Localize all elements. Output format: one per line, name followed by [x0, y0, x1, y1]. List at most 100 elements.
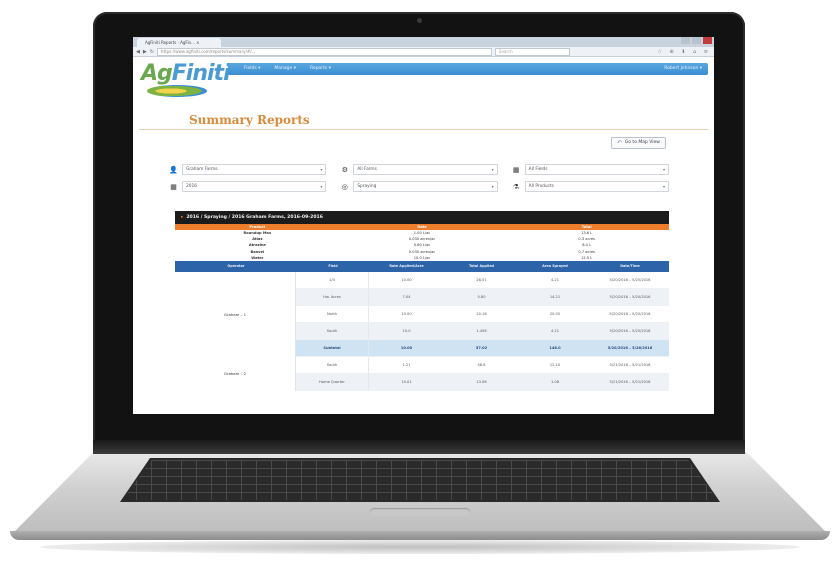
table-cell: 10.00 [401, 277, 412, 282]
table-row[interactable]: South 10.0 1.456 4.21 5/20/2016 – 5/20/2016 [296, 322, 669, 340]
table-cell: 5/21/2016 – 5/21/2016 [609, 362, 651, 367]
table-cell: 5/20/2016 – 5/20/2016 [609, 294, 651, 299]
operation-select[interactable]: Spraying ▾ [353, 181, 498, 192]
table-cell: 48.6 [477, 362, 486, 367]
browser-tabbar: AgFiniti Reports · AgFin... × [133, 37, 714, 47]
nav-item-manage[interactable]: Manage ▾ [274, 63, 296, 75]
table-cell: 12.10 [549, 362, 561, 367]
table-cell: 1.08 [550, 379, 559, 384]
operator-filter: 👤 Graham Farms ▾ [169, 164, 327, 175]
detail-table-header: Operator Field Rate Applied/Acre Total A… [175, 260, 669, 272]
browser-toolbar-icons[interactable]: ☆ ⊕ ⬇ ⌂ ≡ [657, 49, 711, 55]
table-cell: 57.02 [475, 345, 488, 350]
field-filter: ▦ All Fields ▾ [512, 164, 669, 175]
table-cell: 10.01 [401, 379, 412, 384]
table-cell: 1.456 [476, 328, 487, 333]
product-filter: ⚗ All Products ▾ [512, 181, 669, 192]
table-cell: 20.16 [476, 311, 487, 316]
user-icon: 👤 [169, 165, 178, 174]
detail-table-body: Graham – 1 1/4 10.00 28.51 4.21 5/20/2016 – 5… [175, 271, 669, 391]
subtotal-row[interactable]: Subtotal 10.00 57.02 148.0 5/20/2016 – 5/26/… [296, 339, 669, 357]
forward-arrow-icon[interactable]: ▶ [143, 49, 147, 55]
chevron-down-icon: ▾ [662, 167, 665, 172]
operator-group: Graham – 2 South 1.21 48.6 12.10 5/21/2016 – … [175, 356, 669, 391]
page-title: Summary Reports [189, 113, 310, 127]
laptop-front-edge [10, 531, 830, 540]
table-cell: 148.0 [549, 345, 561, 350]
table-cell: 4.21 [550, 328, 559, 333]
maximize-button[interactable] [692, 37, 701, 44]
table-row[interactable]: North 10.00 20.16 20.05 5/20/2016 – 5/20/201… [296, 305, 669, 323]
table-row[interactable]: 1/4 10.00 28.51 4.21 5/20/2016 – 5/25/2016 [296, 271, 669, 289]
nav-item-fields[interactable]: Fields ▾ [244, 63, 260, 75]
product-summary-rows: Roundup Max 1.00 L/ac 13.6 L Atlas 0.030 acr… [175, 230, 669, 261]
table-row[interactable]: South 1.21 48.6 12.10 5/21/2016 – 5/21/2016 [296, 356, 669, 374]
table-row[interactable]: Hw. Acres 7.04 5.80 14.21 5/20/2016 – 5/20/2… [296, 288, 669, 306]
main-navbar: Fields ▾ Manage ▾ Reports ▾ Robert Johns… [228, 63, 708, 75]
user-menu[interactable]: Robert Johnson ▾ [664, 63, 702, 75]
table-cell: 10.00 [400, 345, 413, 350]
operator-select[interactable]: Graham Farms ▾ [182, 164, 327, 175]
title-divider [139, 129, 708, 130]
operator-group: Graham – 1 1/4 10.00 28.51 4.21 5/20/2016 – 5… [175, 271, 669, 357]
target-icon: ◎ [341, 182, 348, 191]
table-cell: 14.21 [549, 294, 561, 299]
chevron-down-icon: ▾ [320, 184, 323, 189]
browser-search-input[interactable]: Search [494, 47, 570, 56]
column-header: Date/Time [620, 264, 640, 269]
browser-tab[interactable]: AgFiniti Reports · AgFin... × [137, 38, 221, 47]
field-icon: ▦ [512, 165, 520, 174]
chevron-down-icon: ▾ [491, 184, 494, 189]
report-header[interactable]: ▸ 2016 / Spraying / 2016 Graham Farms, 20… [175, 211, 669, 224]
column-header: Operator [227, 264, 245, 269]
chevron-down-icon: ▾ [662, 184, 665, 189]
minimize-button[interactable] [681, 37, 690, 44]
table-cell: 7.04 [402, 294, 411, 299]
reload-icon[interactable]: ↻ [150, 49, 154, 55]
column-header: Rate Applied/Acre [389, 264, 424, 269]
field-select[interactable]: All Fields ▾ [524, 164, 669, 175]
table-cell: Hw. Acres [296, 288, 369, 305]
camera-icon [417, 18, 422, 23]
table-cell: Subtotal [296, 339, 369, 356]
column-header: Total Applied [469, 264, 494, 269]
table-cell: 5/20/2016 – 5/26/2016 [607, 345, 653, 350]
table-cell: 13.06 [476, 379, 487, 384]
table-cell: 10.00 [401, 311, 412, 316]
farm-select[interactable]: All Farms ▾ [353, 164, 498, 175]
address-bar[interactable]: https://www.agfiniti.com/reports/summary… [156, 47, 492, 56]
operator-name: Graham – 2 [175, 356, 296, 391]
year-filter: ▦ 2016 ▾ [169, 181, 327, 192]
close-button[interactable] [703, 37, 712, 44]
table-cell: 5/20/2016 – 5/20/2016 [609, 311, 651, 316]
year-select[interactable]: 2016 ▾ [182, 181, 327, 192]
agfiniti-logo[interactable]: AgFiniti® [137, 57, 236, 99]
screen: AgFiniti Reports · AgFin... × ◀ ▶ ↻ http… [133, 37, 714, 414]
column-header: Field [328, 264, 338, 269]
table-cell: 20.05 [549, 311, 561, 316]
table-cell: 1/4 [296, 271, 369, 288]
column-header: Area Sprayed [542, 264, 568, 269]
logo-swoosh-icon [147, 85, 207, 97]
back-arrow-icon[interactable]: ◀ [136, 49, 140, 55]
operator-name: Graham – 1 [175, 271, 296, 357]
tractor-icon: ⚙ [341, 165, 348, 174]
nav-menu: Fields ▾ Manage ▾ Reports ▾ [244, 63, 331, 75]
table-cell: South [296, 356, 369, 373]
table-cell: 5/20/2016 – 5/20/2016 [609, 328, 651, 333]
table-cell: Home Quarter [296, 373, 369, 390]
collapse-caret-icon: ▸ [181, 215, 184, 220]
calendar-icon: ▦ [170, 182, 177, 191]
chevron-down-icon: ▾ [491, 167, 494, 172]
table-row[interactable]: Home Quarter 10.01 13.06 1.08 5/21/2016 – 5/… [296, 373, 669, 391]
table-cell: 4.21 [550, 277, 559, 282]
table-cell: South [296, 322, 369, 339]
table-cell: 5/20/2016 – 5/25/2016 [609, 277, 651, 282]
product-icon: ⚗ [513, 182, 520, 191]
logo-text: AgFiniti® [141, 61, 236, 86]
filter-row-1: 👤 Graham Farms ▾ ⚙ All Farms ▾ ▦ All Field… [169, 164, 669, 175]
summary-report: ▸ 2016 / Spraying / 2016 Graham Farms, 20… [175, 211, 669, 391]
map-view-button[interactable]: ⤺ Go to Map View [610, 137, 666, 149]
product-select[interactable]: All Products ▾ [524, 181, 669, 192]
nav-item-reports[interactable]: Reports ▾ [310, 63, 331, 75]
